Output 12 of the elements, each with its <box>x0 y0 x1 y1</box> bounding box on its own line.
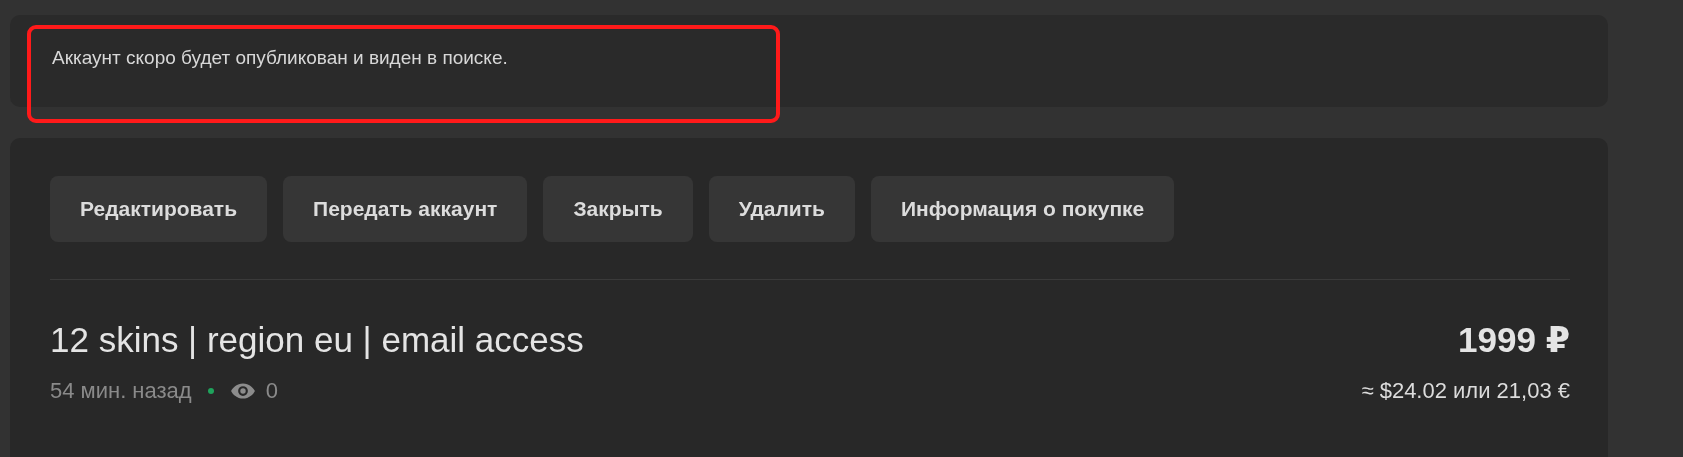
action-button[interactable]: Информация о покупке <box>870 176 1175 242</box>
action-button[interactable]: Удалить <box>708 176 855 242</box>
view-count: 0 <box>265 378 278 404</box>
action-button[interactable]: Редактировать <box>50 176 268 242</box>
notice-text: Аккаунт скоро будет опубликован и виден в поиске. <box>52 47 508 68</box>
eye-icon <box>229 382 256 400</box>
action-button[interactable]: Закрыть <box>543 176 693 242</box>
listing-title: 12 skins | region eu | email access <box>50 320 584 360</box>
posted-time: 54 мин. назад <box>50 378 192 404</box>
converted-price: ≈ $24.02 или 21,03 € <box>1361 378 1570 404</box>
price: 1999 ₽ <box>1458 320 1570 360</box>
action-button[interactable]: Передать аккаунт <box>283 176 528 242</box>
